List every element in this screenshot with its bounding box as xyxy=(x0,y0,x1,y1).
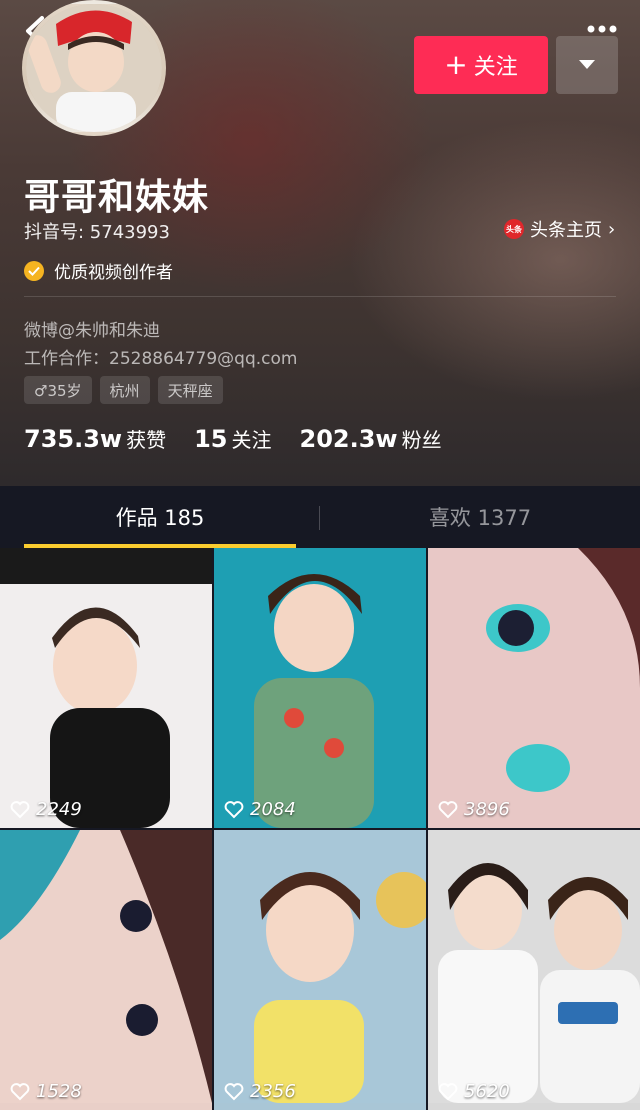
tab-works[interactable]: 作品 185 xyxy=(0,486,320,548)
toutiao-icon: 头条 xyxy=(504,219,524,239)
video-thumbnail[interactable]: 2084 xyxy=(214,548,426,828)
heart-icon xyxy=(224,1082,244,1100)
video-thumbnail[interactable]: 2249 xyxy=(0,548,212,828)
tag-zodiac: 天秤座 xyxy=(157,376,223,404)
profile-tags: ♂35岁 杭州 天秤座 xyxy=(24,376,223,404)
chevron-right-icon: › xyxy=(608,218,616,240)
bio-work-contact: 工作合作：2528864779@qq.com xyxy=(24,349,298,369)
video-likes-count: 2249 xyxy=(36,799,82,820)
video-thumbnail[interactable]: 1528 xyxy=(0,830,212,1110)
verified-badge: 优质视频创作者 xyxy=(24,258,173,283)
verified-label: 优质视频创作者 xyxy=(54,263,173,283)
video-likes: 2249 xyxy=(10,799,82,820)
follow-label: 关注 xyxy=(473,55,518,80)
tag-location: 杭州 xyxy=(99,376,150,404)
toutiao-link-label: 头条主页 xyxy=(530,220,602,241)
divider xyxy=(24,296,616,297)
video-likes-count: 5620 xyxy=(464,1081,510,1102)
profile-nickname: 哥哥和妹妹 xyxy=(24,177,210,218)
dropdown-button[interactable] xyxy=(556,36,618,94)
tab-likes-label: 喜欢 1377 xyxy=(428,506,532,530)
bio-weibo: 微博@朱帅和朱迪 xyxy=(24,321,160,341)
stat-following-value: 15 xyxy=(194,425,228,453)
video-likes-count: 1528 xyxy=(36,1081,82,1102)
heart-icon xyxy=(438,800,458,818)
tab-works-label: 作品 185 xyxy=(115,506,205,530)
stat-likes-value: 735.3w xyxy=(24,425,123,453)
video-likes-count: 3896 xyxy=(464,799,510,820)
profile-header: + 关注 哥哥和妹妹 抖音号: 5743993 头条 头条主页 › 优质视频创作… xyxy=(0,0,640,486)
heart-icon xyxy=(10,1082,30,1100)
verified-icon xyxy=(24,260,44,281)
video-thumbnail[interactable]: 5620 xyxy=(428,830,640,1110)
video-thumbnail[interactable]: 2356 xyxy=(214,830,426,1110)
heart-icon xyxy=(10,800,30,818)
stat-likes-label: 获赞 xyxy=(126,428,167,452)
video-likes-count: 2084 xyxy=(250,799,296,820)
tab-separator xyxy=(319,506,320,530)
video-likes: 3896 xyxy=(438,799,510,820)
video-likes: 2356 xyxy=(224,1081,296,1102)
stat-followers-label: 粉丝 xyxy=(401,428,442,452)
toutiao-homepage-link[interactable]: 头条 头条主页 › xyxy=(504,216,615,242)
plus-icon: + xyxy=(444,48,468,81)
dropdown-icon xyxy=(579,60,595,69)
stat-following-label: 关注 xyxy=(231,428,272,452)
stat-followers[interactable]: 202.3w 粉丝 xyxy=(300,424,442,453)
follow-button[interactable]: + 关注 xyxy=(414,36,548,94)
heart-icon xyxy=(224,800,244,818)
stat-likes: 735.3w 获赞 xyxy=(24,424,166,453)
video-likes: 5620 xyxy=(438,1081,510,1102)
content-tabs: 作品 185 喜欢 1377 xyxy=(0,486,640,548)
tag-gender-age: ♂35岁 xyxy=(24,376,92,404)
heart-icon xyxy=(438,1082,458,1100)
video-thumbnail[interactable]: 3896 xyxy=(428,548,640,828)
profile-stats: 735.3w 获赞 15 关注 202.3w 粉丝 xyxy=(24,424,470,453)
stat-followers-value: 202.3w xyxy=(299,425,398,453)
avatar[interactable] xyxy=(22,0,166,136)
douyin-id: 抖音号: 5743993 xyxy=(24,222,170,243)
tab-likes[interactable]: 喜欢 1377 xyxy=(320,486,640,548)
more-icon[interactable] xyxy=(586,24,618,34)
video-likes: 1528 xyxy=(10,1081,82,1102)
video-likes: 2084 xyxy=(224,799,296,820)
video-likes-count: 2356 xyxy=(250,1081,296,1102)
stat-following[interactable]: 15 关注 xyxy=(194,424,271,453)
